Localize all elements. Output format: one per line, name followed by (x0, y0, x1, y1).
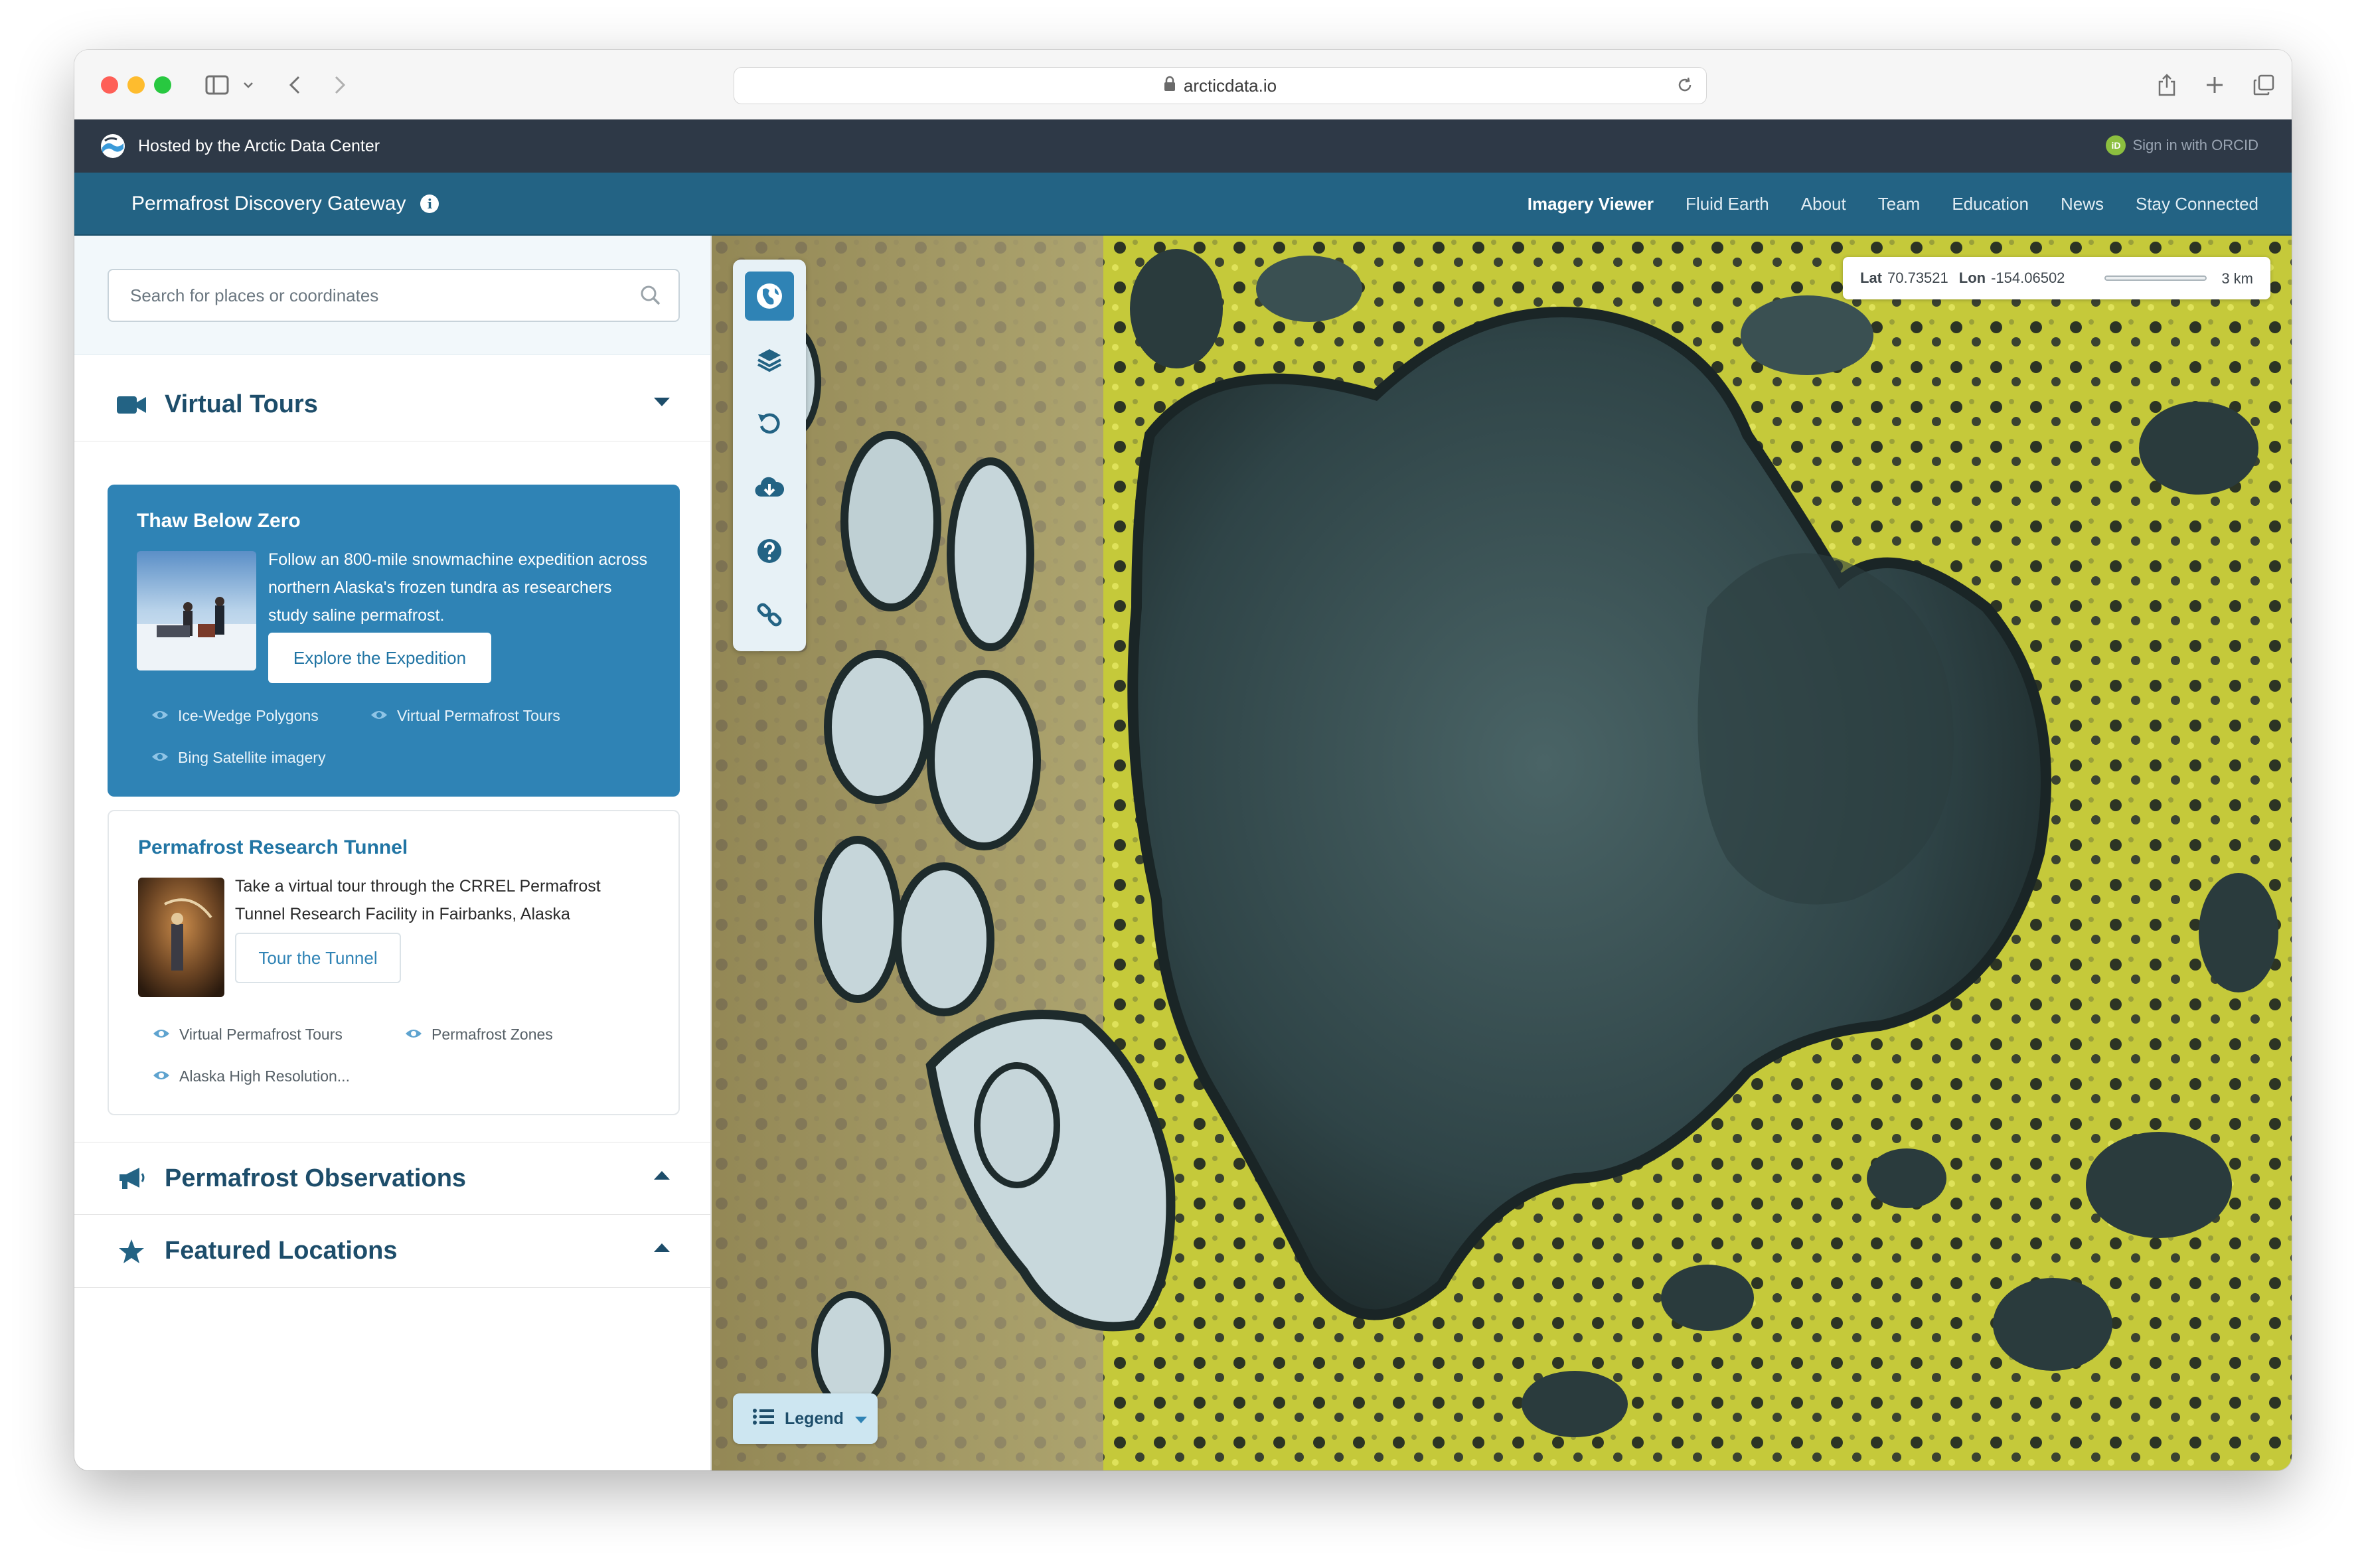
caret-down-icon (854, 1409, 868, 1429)
tour-card-research-tunnel[interactable]: Permafrost Research Tunnel Take a virtua… (108, 810, 680, 1115)
map-viewer[interactable]: Lat 70.73521 Lon -154.06502 3 km Legend (712, 236, 2292, 1470)
close-window-button[interactable] (101, 76, 118, 94)
scale-label: 3 km (2221, 270, 2253, 287)
eye-icon (153, 1026, 170, 1044)
section-virtual-tours[interactable]: Virtual Tours (74, 368, 710, 441)
tab-overview-icon[interactable] (2250, 68, 2277, 102)
search-icon[interactable] (639, 283, 663, 312)
nav-imagery-viewer[interactable]: Imagery Viewer (1528, 194, 1654, 214)
lat-value: 70.73521 (1887, 270, 1948, 286)
legend-label: Legend (785, 1409, 844, 1428)
tour-tunnel-button[interactable]: Tour the Tunnel (235, 933, 401, 983)
lock-icon (1164, 76, 1176, 96)
caret-up-icon (653, 1170, 670, 1184)
nav-news[interactable]: News (2061, 194, 2104, 214)
search-placeholder: Search for places or coordinates (130, 285, 379, 305)
nav-stay-connected[interactable]: Stay Connected (2136, 194, 2258, 214)
list-icon (753, 1408, 774, 1430)
section-title: Permafrost Observations (165, 1164, 467, 1192)
layer-link[interactable]: Bing Satellite imagery (151, 749, 325, 767)
section-permafrost-observations[interactable]: Permafrost Observations (74, 1142, 710, 1215)
eye-icon (405, 1026, 422, 1044)
section-title: Featured Locations (165, 1237, 398, 1265)
scale-bar (2104, 275, 2207, 281)
layer-link[interactable]: Alaska High Resolution... (153, 1067, 350, 1085)
brand[interactable]: Permafrost Discovery Gateway i (131, 193, 439, 215)
nav-team[interactable]: Team (1878, 194, 1921, 214)
nav-fluid-earth[interactable]: Fluid Earth (1686, 194, 1769, 214)
tour-card-thaw-below-zero[interactable]: Thaw Below Zero Follow an 800-mile snowm… (108, 485, 680, 797)
nav-education[interactable]: Education (1952, 194, 2029, 214)
legend-button[interactable]: Legend (733, 1393, 878, 1444)
eye-icon (151, 749, 169, 767)
orcid-signin-label: Sign in with ORCID (2132, 137, 2258, 153)
expedition-thumbnail (137, 551, 256, 670)
browser-toolbar: arcticdata.io (74, 50, 2292, 119)
layer-label: Permafrost Zones (432, 1026, 553, 1043)
globe-icon[interactable] (745, 272, 794, 321)
search-input[interactable]: Search for places or coordinates (108, 269, 680, 322)
orcid-icon: iD (2106, 135, 2126, 155)
lon-label: Lon (1958, 270, 1986, 286)
satellite-imagery[interactable] (712, 236, 2292, 1470)
tour-title: Thaw Below Zero (137, 510, 301, 532)
help-icon[interactable] (745, 526, 794, 576)
host-bar: Hosted by the Arctic Data Center iD Sign… (74, 119, 2292, 173)
layer-link[interactable]: Virtual Permafrost Tours (370, 707, 560, 725)
download-icon[interactable] (745, 463, 794, 512)
nav-about[interactable]: About (1801, 194, 1846, 214)
search-area: Search for places or coordinates (74, 236, 710, 355)
layer-link[interactable]: Virtual Permafrost Tours (153, 1026, 343, 1044)
coordinates-readout: Lat 70.73521 Lon -154.06502 3 km (1843, 257, 2270, 299)
browser-window: arcticdata.io Hosted by the Arctic Data … (74, 50, 2292, 1470)
layer-label: Virtual Permafrost Tours (179, 1026, 343, 1043)
layer-label: Ice-Wedge Polygons (178, 707, 319, 724)
orcid-signin-link[interactable]: iD Sign in with ORCID (2106, 135, 2258, 155)
tour-description: Take a virtual tour through the CRREL Pe… (235, 877, 601, 923)
reload-icon[interactable] (1676, 76, 1694, 99)
eye-icon (370, 707, 388, 725)
lon-value: -154.06502 (1991, 270, 2065, 286)
layer-label: Alaska High Resolution... (179, 1067, 350, 1085)
map-toolbar (733, 260, 806, 651)
tunnel-thumbnail (138, 878, 224, 997)
chevron-down-icon[interactable] (240, 68, 256, 102)
back-icon[interactable] (281, 68, 308, 102)
layer-link[interactable]: Permafrost Zones (405, 1026, 553, 1044)
tour-title: Permafrost Research Tunnel (138, 836, 408, 858)
brand-title: Permafrost Discovery Gateway (131, 192, 406, 214)
sidebar-toggle-icon[interactable] (200, 68, 234, 102)
lat-label: Lat (1860, 270, 1882, 286)
caret-up-icon (653, 1243, 670, 1256)
eye-icon (151, 707, 169, 725)
video-camera-icon (116, 394, 147, 416)
section-featured-locations[interactable]: Featured Locations (74, 1215, 710, 1288)
section-title: Virtual Tours (165, 390, 318, 418)
forward-icon[interactable] (327, 68, 353, 102)
url-text: arcticdata.io (1183, 75, 1277, 96)
tour-description: Follow an 800-mile snowmachine expeditio… (268, 550, 648, 625)
nav-links: Imagery Viewer Fluid Earth About Team Ed… (1528, 173, 2258, 236)
main-navbar: Permafrost Discovery Gateway i Imagery V… (74, 173, 2292, 236)
reset-icon[interactable] (745, 399, 794, 448)
arctic-data-center-logo-icon[interactable] (100, 133, 126, 159)
layer-label: Virtual Permafrost Tours (397, 707, 560, 724)
info-icon[interactable]: i (420, 194, 439, 213)
link-icon[interactable] (745, 590, 794, 639)
star-icon (116, 1239, 147, 1264)
share-icon[interactable] (2154, 68, 2180, 102)
eye-icon (153, 1067, 170, 1085)
address-bar[interactable]: arcticdata.io (734, 67, 1707, 104)
zoom-window-button[interactable] (154, 76, 171, 94)
caret-down-icon (653, 396, 670, 410)
host-text[interactable]: Hosted by the Arctic Data Center (138, 137, 380, 156)
layers-icon[interactable] (745, 335, 794, 384)
new-tab-icon[interactable] (2201, 68, 2228, 102)
explore-expedition-button[interactable]: Explore the Expedition (268, 633, 491, 683)
minimize-window-button[interactable] (127, 76, 145, 94)
sidebar: Search for places or coordinates Virtual… (74, 236, 712, 1470)
layer-label: Bing Satellite imagery (178, 749, 326, 766)
megaphone-icon (116, 1166, 147, 1191)
layer-link[interactable]: Ice-Wedge Polygons (151, 707, 319, 725)
